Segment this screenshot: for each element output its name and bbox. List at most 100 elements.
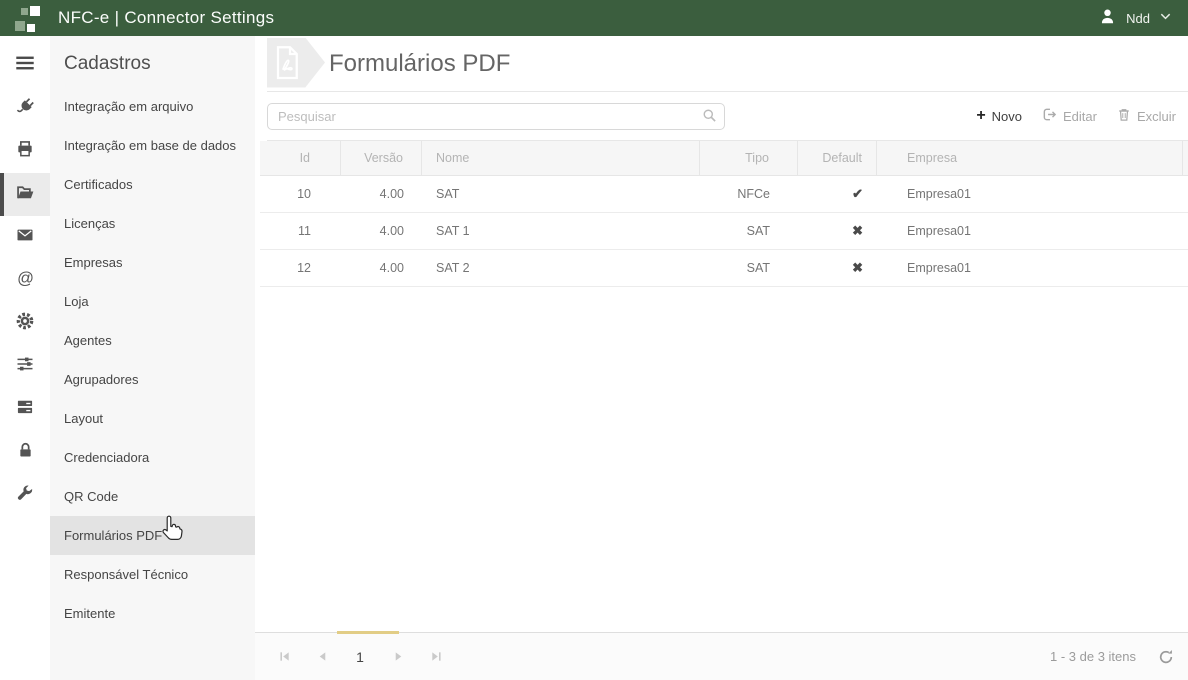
sidebar-item-licencas[interactable]: Licenças [50, 204, 255, 243]
column-header-id[interactable]: Id [260, 141, 341, 175]
excluir-button[interactable]: Excluir [1117, 107, 1176, 125]
user-name: Ndd [1126, 10, 1150, 26]
sidebar-item-credenciadora[interactable]: Credenciadora [50, 438, 255, 477]
cell-id: 11 [298, 224, 311, 238]
page-header: Formulários PDF [267, 36, 1188, 92]
sidebar-item-integracao-em-arquivo[interactable]: Integração em arquivo [50, 87, 255, 126]
table-row[interactable]: 11 4.00 SAT 1 SAT ✖ Empresa01 [260, 213, 1188, 250]
wrench-icon [15, 483, 35, 508]
sliders-icon [15, 354, 35, 379]
rail-item-plug[interactable] [0, 87, 50, 130]
sidebar-item-qr-code[interactable]: QR Code [50, 477, 255, 516]
sidebar-item-agrupadores[interactable]: Agrupadores [50, 360, 255, 399]
edit-icon [1042, 107, 1057, 125]
plug-icon [15, 96, 36, 122]
editar-button[interactable]: Editar [1042, 107, 1097, 125]
cell-id: 12 [297, 261, 311, 275]
rail-item-folder-open[interactable] [0, 173, 50, 216]
refresh-icon[interactable] [1158, 649, 1174, 665]
cell-tipo: SAT [746, 261, 770, 275]
lock-icon [16, 441, 35, 465]
app-title: NFC-e | Connector Settings [58, 8, 275, 27]
pdf-icon [267, 37, 325, 88]
sidebar-item-empresas[interactable]: Empresas [50, 243, 255, 282]
rail-item-sliders[interactable] [0, 345, 50, 388]
printer-icon [15, 139, 35, 164]
column-header-default[interactable]: Default [798, 141, 877, 175]
current-page-indicator [337, 631, 399, 634]
sidebar-item-loja[interactable]: Loja [50, 282, 255, 321]
envelope-icon [15, 225, 35, 250]
novo-button[interactable]: + Novo [976, 107, 1023, 124]
cross-icon: ✖ [852, 260, 863, 275]
last-page-button[interactable] [417, 633, 455, 680]
cell-tipo: NFCe [737, 187, 770, 201]
at-sign-icon: @ [15, 268, 36, 294]
search-icon[interactable] [702, 108, 717, 128]
column-header-empresa[interactable]: Empresa [877, 141, 1183, 175]
icon-rail: @ [0, 36, 50, 680]
menu-icon [14, 52, 36, 79]
cell-versao: 4.00 [379, 261, 404, 275]
next-page-button[interactable] [379, 633, 417, 680]
user-menu[interactable]: Ndd [1098, 7, 1172, 29]
column-header-versao[interactable]: Versão [341, 141, 422, 175]
rail-item-lock[interactable] [0, 431, 50, 474]
novo-button-label: Novo [991, 108, 1023, 124]
svg-text:@: @ [17, 268, 34, 287]
column-header-tipo[interactable]: Tipo [700, 141, 798, 175]
column-header-nome[interactable]: Nome [422, 141, 700, 175]
sidebar-item-agentes[interactable]: Agentes [50, 321, 255, 360]
cell-empresa: Empresa01 [907, 261, 971, 275]
rail-item-server[interactable] [0, 388, 50, 431]
cell-default: ✖ [798, 250, 877, 286]
editar-button-label: Editar [1063, 108, 1097, 124]
current-page-label: 1 [356, 648, 364, 665]
cell-default: ✔ [798, 176, 877, 212]
column-header-filler [1183, 141, 1188, 175]
sidebar-item-certificados[interactable]: Certificados [50, 165, 255, 204]
gear-icon [15, 311, 35, 336]
rail-item-wrench[interactable] [0, 474, 50, 517]
page-title: Formulários PDF [329, 49, 511, 77]
app-logo-icon [14, 5, 41, 32]
cell-default: ✖ [798, 213, 877, 249]
rail-item-gear[interactable] [0, 302, 50, 345]
toolbar: + Novo Editar Excluir [267, 92, 1188, 141]
rail-item-at-sign[interactable]: @ [0, 259, 50, 302]
user-icon [1098, 7, 1117, 29]
sidebar-item-formularios-pdf[interactable]: Formulários PDF [50, 516, 255, 555]
table-row[interactable]: 12 4.00 SAT 2 SAT ✖ Empresa01 [260, 250, 1188, 287]
cell-empresa: Empresa01 [907, 224, 971, 238]
search-box [267, 102, 725, 130]
rail-item-menu[interactable] [0, 44, 50, 87]
sidebar-item-emitente[interactable]: Emitente [50, 594, 255, 633]
pager-info: 1 - 3 de 3 itens [1050, 649, 1136, 664]
sidebar: Cadastros Integração em arquivo Integraçã… [50, 36, 255, 680]
cell-nome: SAT 2 [436, 261, 470, 275]
main-content: Formulários PDF + Novo Editar [255, 36, 1188, 680]
plus-icon: + [976, 107, 986, 124]
page-number-1[interactable]: 1 [341, 633, 379, 680]
sidebar-item-layout[interactable]: Layout [50, 399, 255, 438]
first-page-button[interactable] [265, 633, 303, 680]
server-icon [15, 397, 35, 422]
check-icon: ✔ [852, 186, 863, 201]
cell-nome: SAT 1 [436, 224, 470, 238]
prev-page-button[interactable] [303, 633, 341, 680]
cell-empresa: Empresa01 [907, 187, 971, 201]
rail-item-printer[interactable] [0, 130, 50, 173]
rail-item-envelope[interactable] [0, 216, 50, 259]
search-input[interactable] [267, 102, 725, 130]
folder-open-icon [15, 182, 36, 208]
cell-versao: 4.00 [379, 187, 404, 201]
table-row[interactable]: 10 4.00 SAT NFCe ✔ Empresa01 [260, 176, 1188, 213]
sidebar-item-integracao-em-base-de-dados[interactable]: Integração em base de dados [50, 126, 255, 165]
chevron-down-icon [1159, 10, 1172, 26]
data-grid: Id Versão Nome Tipo Default Empresa 10 4.00 SAT N… [260, 141, 1188, 287]
cell-tipo: SAT [746, 224, 770, 238]
sidebar-item-responsavel-tecnico[interactable]: Responsável Técnico [50, 555, 255, 594]
trash-icon [1117, 107, 1131, 125]
action-buttons: + Novo Editar Excluir [976, 107, 1176, 125]
topbar: NFC-e | Connector Settings Ndd [0, 0, 1188, 36]
